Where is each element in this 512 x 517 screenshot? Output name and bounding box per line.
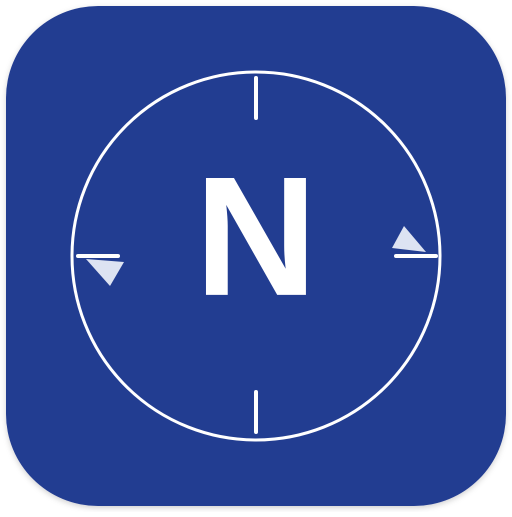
compass-app-icon[interactable]: N (0, 0, 512, 512)
compass-icon: N (6, 6, 506, 506)
north-letter: N (195, 142, 318, 332)
